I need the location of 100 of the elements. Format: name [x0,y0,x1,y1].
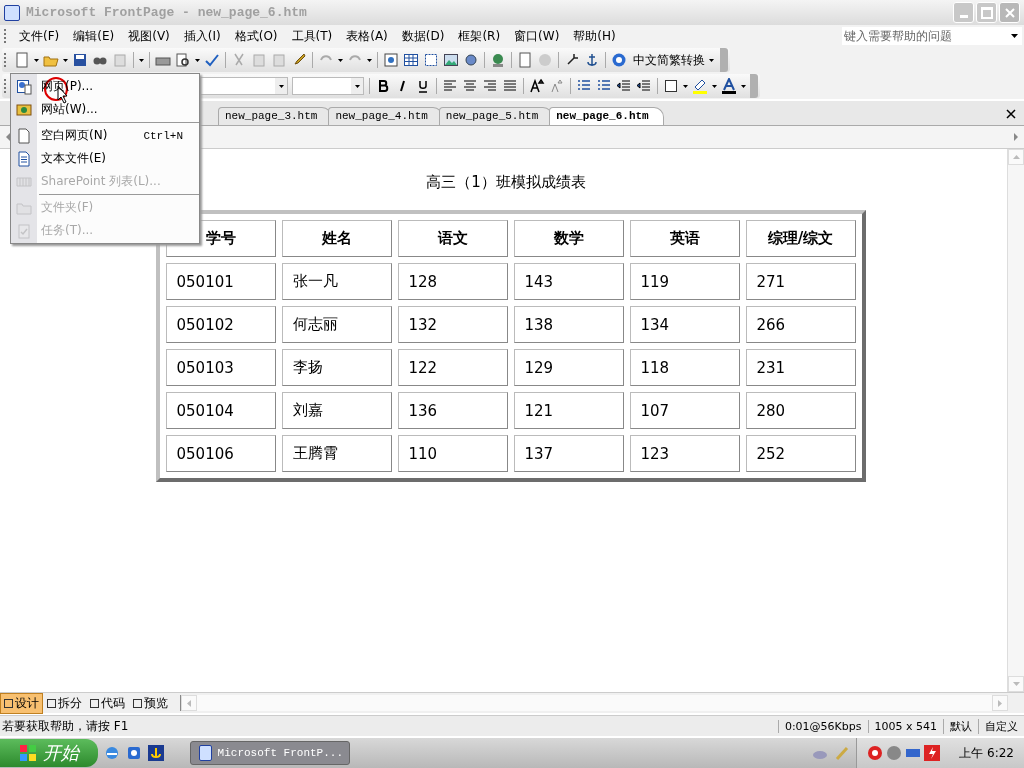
caret-icon[interactable] [712,84,717,88]
caret-icon[interactable] [683,84,688,88]
toolbar-preview-icon[interactable] [175,52,191,68]
style-status: 默认 [943,718,978,734]
table-cell: 050106 [165,435,276,472]
close-icon [1003,6,1016,19]
menu-item[interactable]: 框架(R) [451,27,508,45]
menu-item[interactable]: 表格(A) [339,27,395,45]
menu-item[interactable]: 格式(O) [227,27,285,45]
menu-item[interactable]: 文件(F) [12,27,67,45]
caret-icon[interactable] [139,58,144,62]
download-time: 0:01@56Kbps [777,719,868,733]
toolbar-frame-icon[interactable] [423,52,439,68]
caret-icon [1011,34,1018,38]
anchor-icon[interactable] [148,745,164,761]
table-cell: 050103 [165,349,276,386]
toolbar-options-handle[interactable] [750,74,758,98]
toolbar-out-icon[interactable] [616,78,632,94]
document-tab[interactable]: new_page_6.htm [549,107,664,125]
toolbar-aj-icon[interactable] [502,78,518,94]
status-hint: 若要获取帮助，请按 F1 [1,717,130,735]
table-cell: 110 [397,435,508,472]
toolbar-in-icon[interactable] [636,78,652,94]
toolbar-fc-icon[interactable] [721,78,737,94]
menu-item[interactable]: 插入(I) [176,27,228,45]
table-cell: 136 [397,392,508,429]
toolbar-table-icon[interactable] [403,52,419,68]
column-header: 语文 [397,220,508,257]
menu-item[interactable]: 编辑(E) [66,27,122,45]
view-tab[interactable]: 代码 [86,692,129,714]
menu-item[interactable]: 数据(D) [394,27,452,45]
toolbar-ar-icon[interactable] [482,78,498,94]
minimize-icon [959,15,968,18]
close-icon[interactable] [1006,109,1016,119]
caret-icon[interactable] [63,58,68,62]
column-header: 姓名 [281,220,392,257]
table-cell: 280 [745,392,856,429]
toolbar-options-handle[interactable] [720,48,728,72]
window-title: Microsoft FrontPage - new_page_6.htm [26,5,308,20]
toolbar-ac-icon[interactable] [462,78,478,94]
column-header: 综理/综文 [745,220,856,257]
toolbar-hl-icon[interactable] [692,78,708,94]
caret-icon[interactable] [34,58,39,62]
caret-icon[interactable] [367,58,372,62]
toolbar-anchor-icon[interactable] [584,52,600,68]
view-tab[interactable]: 预览 [129,692,172,714]
table-cell: 118 [629,349,740,386]
view-tab[interactable]: 设计 [0,692,43,714]
table-cell: 107 [629,392,740,429]
table-cell: 李扬 [281,349,392,386]
table-cell: 143 [513,263,624,300]
menu-item[interactable]: 视图(V) [121,27,177,45]
toolbar-big-icon[interactable] [529,78,545,94]
flash-icon[interactable] [924,745,941,761]
menu-item[interactable]: 帮助(H) [566,27,623,45]
table-cell: 138 [513,306,624,343]
converter-dropdown[interactable]: 中文简繁转换 [629,51,718,69]
toolbar-globe-icon[interactable] [490,52,506,68]
menu-item[interactable]: 工具(T) [284,27,340,45]
table-cell: 050101 [165,263,276,300]
table-cell: 050102 [165,306,276,343]
table-cell: 122 [397,349,508,386]
web-page-icon [16,78,32,95]
caret-icon[interactable] [195,58,200,62]
toolbar-doc-icon[interactable] [517,52,533,68]
table-cell: 123 [629,435,740,472]
toolbar-spell-icon[interactable] [204,52,220,68]
table-cell: 129 [513,349,624,386]
caret-icon[interactable] [338,58,343,62]
app-icon [4,4,20,21]
speaker-icon[interactable] [886,745,903,761]
caret-icon [354,84,360,88]
toolbar-al-icon[interactable] [442,78,458,94]
table-cell: 252 [745,435,856,472]
blank-page-icon [16,127,32,144]
menu-item[interactable]: 空白网页(N) Ctrl+N [11,124,199,147]
browser-icon[interactable] [104,745,120,761]
record-icon[interactable] [867,745,884,761]
table-cell: 119 [629,263,740,300]
toolbar-help-icon[interactable] [611,52,627,68]
help-search-field[interactable]: 键入需要帮助的问题 [842,27,1022,45]
caret-icon[interactable] [741,84,746,88]
menu-item[interactable]: 窗口(W) [507,27,567,45]
toolbar-brush-icon[interactable] [291,52,307,68]
table-cell: 137 [513,435,624,472]
menu-item[interactable]: 网站(W)... [11,98,199,121]
column-header: 数学 [513,220,624,257]
view-tab[interactable]: 拆分 [43,692,86,714]
toolbar-web-icon[interactable] [383,52,399,68]
table-cell: 王腾霄 [281,435,392,472]
app-shortcut-icon[interactable] [126,745,142,761]
toolbar-save-icon[interactable] [72,52,88,68]
toolbar-border-icon[interactable] [663,78,679,94]
scroll-right-icon[interactable] [1012,133,1020,141]
toolbar-image-icon[interactable] [443,52,459,68]
menu-item[interactable]: 文本文件(E) [11,147,199,170]
caret-icon [278,84,284,88]
table-cell: 128 [397,263,508,300]
task-icon [16,222,32,239]
scroll-left-icon[interactable] [4,133,12,141]
